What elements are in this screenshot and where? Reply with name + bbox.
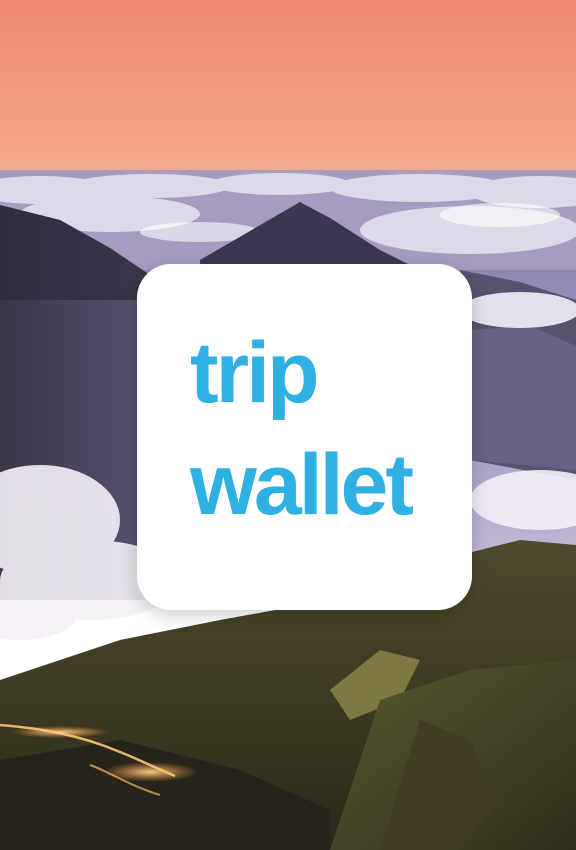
splash-screen: trip wallet <box>0 0 576 850</box>
app-logo-card: trip wallet <box>137 264 472 610</box>
logo-text-trip: trip <box>190 325 320 421</box>
logo-text-wallet: wallet <box>190 437 414 533</box>
